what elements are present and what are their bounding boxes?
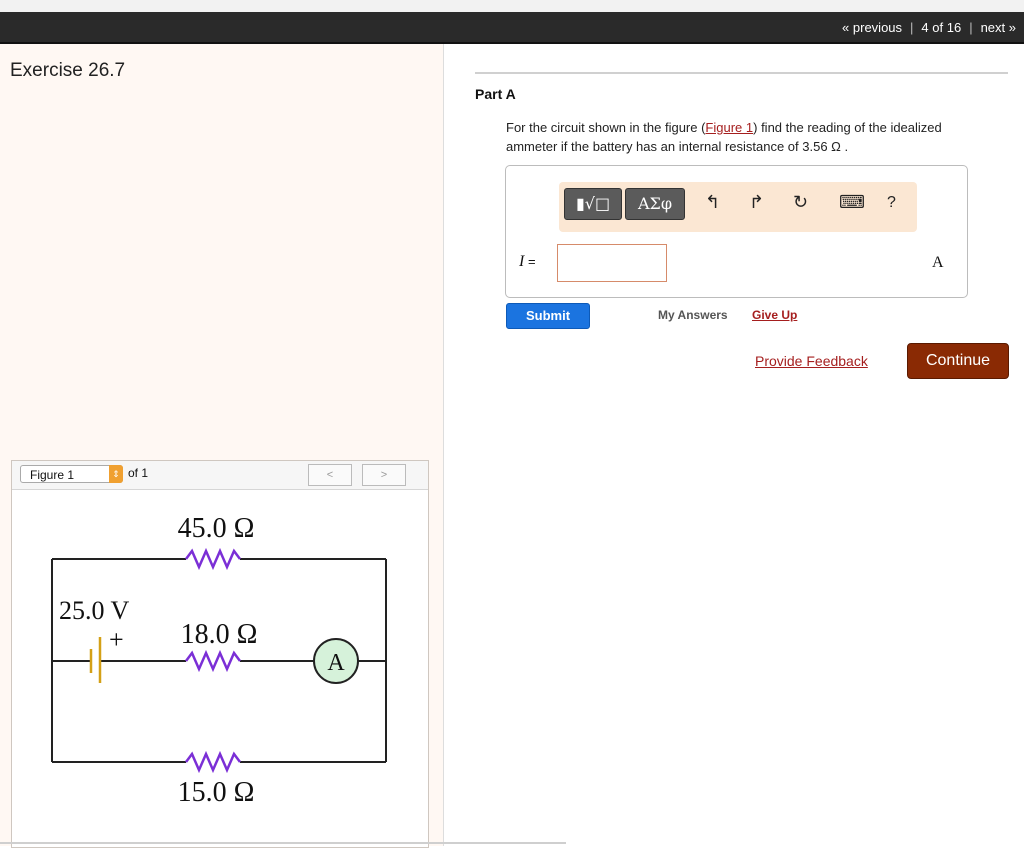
answer-variable-label: I = (519, 253, 536, 271)
question-text-start: For the circuit shown in the figure ( (506, 120, 706, 135)
figure-select-value: Figure 1 (30, 468, 75, 482)
figure-link[interactable]: Figure 1 (705, 120, 753, 135)
resistor-middle-label: 18.0 Ω (181, 619, 258, 650)
figure-header: Figure 1 ⇕ of 1 < > (12, 461, 428, 490)
equals-sign: = (524, 254, 536, 269)
figure-select[interactable]: Figure 1 ⇕ (20, 465, 123, 483)
pager-nav: « previous | 4 of 16 | next » (834, 12, 1024, 42)
reset-icon[interactable]: ↻ (793, 192, 808, 213)
figure-panel: Figure 1 ⇕ of 1 < > 45.0 Ω 25.0 V + 18.0… (11, 460, 429, 848)
help-icon[interactable]: ? (887, 194, 896, 212)
answer-input[interactable] (557, 244, 667, 282)
give-up-link[interactable]: Give Up (752, 308, 797, 322)
resistor-bottom (185, 750, 241, 774)
templates-button[interactable]: ▮√□ (564, 188, 622, 220)
math-toolbar: ▮√□ ΑΣφ ↰ ↱ ↻ ⌨ ? (559, 182, 917, 232)
answer-unit: A (932, 254, 944, 271)
figure-prev-button[interactable]: < (308, 464, 352, 486)
circuit-diagram: 45.0 Ω 25.0 V + 18.0 Ω A 15.0 Ω (51, 513, 387, 808)
battery-plus-sign: + (109, 625, 124, 654)
my-answers-link[interactable]: My Answers (658, 308, 728, 322)
left-pane: Exercise 26.7 Figure 1 ⇕ of 1 < > 45.0 Ω… (0, 44, 444, 848)
resistor-top-label: 45.0 Ω (178, 513, 255, 544)
battery-voltage-label: 25.0 V (59, 596, 130, 625)
part-title: Part A (475, 86, 516, 102)
ammeter-label: A (327, 650, 345, 676)
top-strip (0, 0, 1024, 12)
select-arrows-icon: ⇕ (109, 465, 123, 483)
resistor-top (185, 547, 241, 571)
resistor-bottom-label: 15.0 Ω (178, 777, 255, 808)
keyboard-icon[interactable]: ⌨ (839, 192, 865, 213)
exercise-title: Exercise 26.7 (10, 60, 126, 81)
bottom-divider (0, 842, 566, 844)
figure-next-button[interactable]: > (362, 464, 406, 486)
next-link[interactable]: next » (973, 20, 1024, 35)
resistor-middle (185, 649, 241, 673)
position-indicator: 4 of 16 (921, 19, 962, 35)
undo-icon[interactable]: ↰ (705, 192, 720, 213)
continue-button[interactable]: Continue (907, 343, 1009, 379)
redo-icon[interactable]: ↱ (749, 192, 764, 213)
provide-feedback-link[interactable]: Provide Feedback (755, 353, 868, 369)
answer-box: ▮√□ ΑΣφ ↰ ↱ ↻ ⌨ ? I = A (505, 165, 968, 298)
figure-count: of 1 (128, 466, 149, 480)
question-text: For the circuit shown in the figure (Fig… (506, 118, 986, 156)
submit-button[interactable]: Submit (506, 303, 590, 329)
greek-symbols-button[interactable]: ΑΣφ (625, 188, 685, 220)
previous-link[interactable]: « previous (834, 20, 910, 35)
top-bar: « previous | 4 of 16 | next » (0, 12, 1024, 44)
section-divider (475, 72, 1008, 74)
